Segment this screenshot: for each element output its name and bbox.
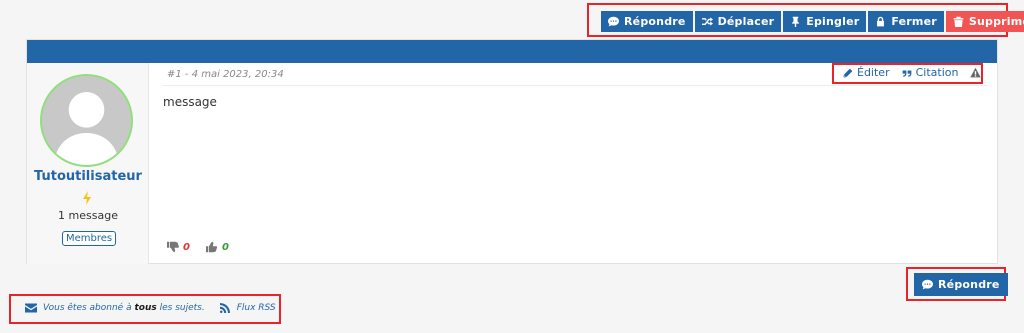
subscription-text: Vous êtes abonné à tous les sujets. [43,303,205,313]
rss-link[interactable]: Flux RSS [219,303,276,313]
lock-button[interactable]: Fermer [868,11,944,32]
rank-star-icon [83,191,91,205]
topic-toolbar: Répondre Déplacer Epingler Fermer Suppri… [601,11,1024,32]
delete-button-label: Supprimer [968,15,1024,28]
post-message: message [163,95,217,109]
trash-icon [953,16,964,27]
post-divider [163,85,988,86]
speech-bubble-icon [922,279,933,290]
dislike-button[interactable]: 0 [167,241,190,253]
lock-icon [877,16,885,27]
topic-footer: Vous êtes abonné à tous les sujets. Flux… [25,303,276,313]
delete-button[interactable]: Supprimer [945,11,1024,32]
dislike-count: 0 [183,241,190,253]
avatar[interactable] [40,74,133,167]
author-sidebar: Tutoutilisateur 1 message Membres [27,63,149,264]
reply-button-bottom-label: Répondre [938,278,1000,291]
post-header-bar [27,40,997,63]
rss-icon [219,303,230,313]
author-message-count: 1 message [58,209,118,222]
post-votes: 0 0 [167,241,229,253]
speech-bubble-icon [608,16,619,27]
reply-button-label: Répondre [624,15,686,28]
like-button[interactable]: 0 [205,241,229,253]
pin-button-label: Epingler [806,15,860,28]
move-button-label: Déplacer [717,15,775,28]
envelope-icon [25,303,37,313]
thumbs-down-icon [167,241,179,253]
post-meta[interactable]: #1 - 4 mai 2023, 20:34 [167,69,284,80]
shuffle-icon [701,17,713,26]
reply-button[interactable]: Répondre [601,11,693,32]
rss-label: Flux RSS [236,303,276,313]
reply-button-bottom[interactable]: Répondre [914,273,1008,296]
highlight-post-actions [832,63,983,84]
subscription-status[interactable]: Vous êtes abonné à tous les sujets. [25,303,205,313]
reply-bottom-wrapper: Répondre [914,273,1008,296]
thumbs-up-icon [205,241,218,253]
pin-button[interactable]: Epingler [783,11,867,32]
subscription-prefix: Vous êtes abonné à [43,303,132,313]
like-count: 0 [221,241,229,253]
default-avatar-icon [42,76,131,165]
subscription-suffix: les sujets. [159,303,205,313]
lock-button-label: Fermer [891,15,937,28]
move-button[interactable]: Déplacer [694,11,782,32]
author-username[interactable]: Tutoutilisateur [27,169,149,184]
subscription-bold: tous [134,303,157,313]
pin-icon [792,16,800,27]
author-group-badge[interactable]: Membres [62,231,117,246]
